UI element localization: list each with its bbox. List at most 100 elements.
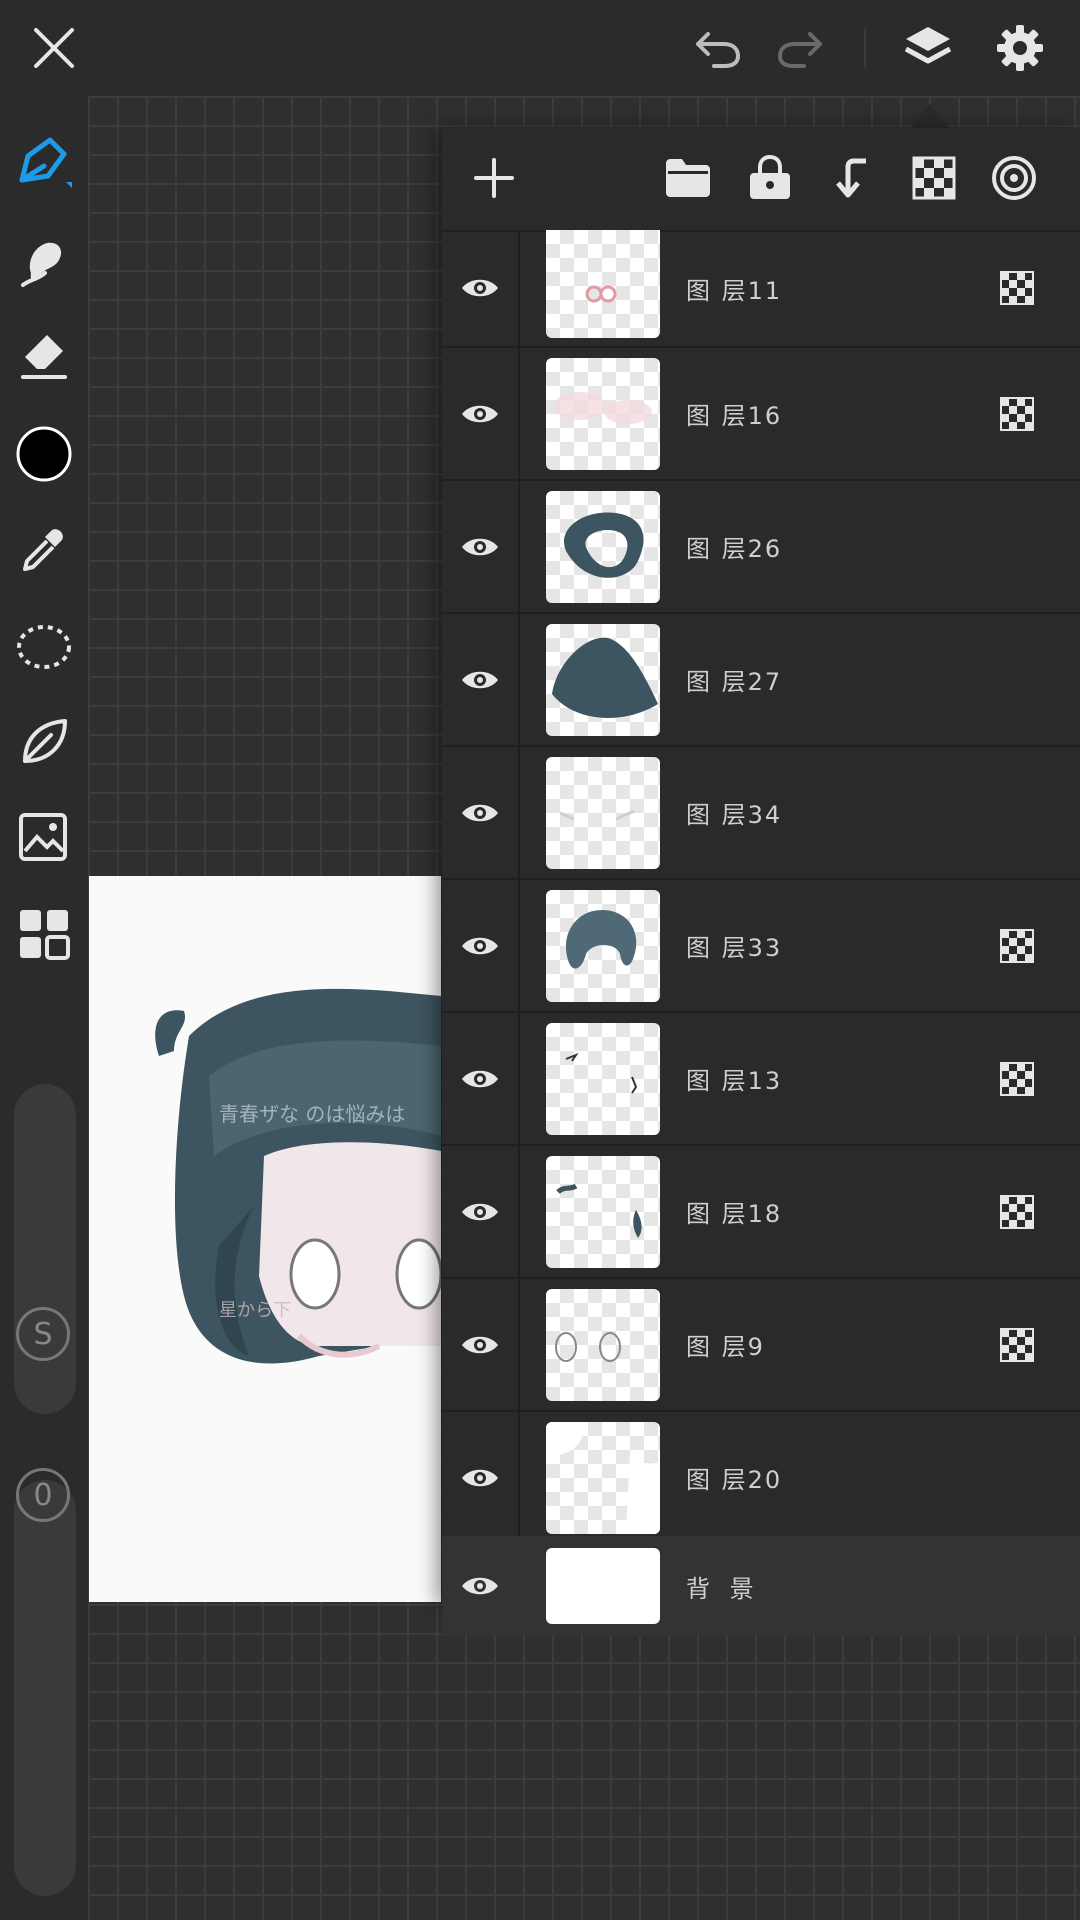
visibility-toggle[interactable] (442, 230, 520, 346)
divider (864, 28, 866, 68)
smudge-tool[interactable] (14, 230, 74, 290)
visibility-toggle[interactable] (442, 348, 520, 479)
vector-tool[interactable] (14, 712, 74, 772)
layer-row[interactable]: 图 层33 (442, 880, 1080, 1013)
layer-name: 图 层13 (686, 1067, 783, 1095)
layer-thumbnail (546, 230, 660, 338)
eyedropper-icon (23, 529, 63, 571)
layer-name: 图 层18 (686, 1200, 783, 1228)
visibility-toggle[interactable] (442, 614, 520, 745)
opacity-badge[interactable]: 0 (16, 1468, 70, 1522)
layer-name: 图 层16 (686, 402, 783, 430)
layers-button[interactable] (898, 18, 958, 78)
layer-name: 图 层9 (686, 1333, 765, 1361)
layer-name: 图 层33 (686, 934, 783, 962)
layer-row[interactable]: 图 层34 (442, 747, 1080, 880)
group-layer-button[interactable] (658, 148, 718, 208)
layer-thumbnail (546, 358, 660, 470)
clipping-mask-button[interactable] (984, 148, 1044, 208)
gear-icon (997, 25, 1043, 71)
layer-thumbnail (546, 1156, 660, 1268)
layers-panel-header (442, 128, 1080, 232)
merge-down-icon (836, 158, 866, 198)
visibility-toggle[interactable] (442, 1536, 518, 1636)
redo-icon (777, 32, 822, 68)
eye-icon (462, 1336, 498, 1353)
layer-thumbnail (546, 1023, 660, 1135)
visibility-toggle[interactable] (442, 1013, 520, 1144)
brush-size-slider[interactable] (14, 1084, 76, 1414)
leaf-icon (23, 719, 67, 763)
layer-row[interactable]: 图 层16 (442, 348, 1080, 481)
close-button[interactable] (24, 18, 84, 78)
gallery-tool[interactable] (14, 904, 74, 964)
lock-layer-button[interactable] (740, 148, 800, 208)
eraser-icon (21, 335, 67, 379)
undo-button[interactable] (688, 18, 748, 78)
opacity-slider[interactable] (14, 1480, 76, 1896)
color-picker-swatch[interactable] (14, 424, 74, 484)
visibility-toggle[interactable] (442, 1279, 520, 1410)
visibility-toggle[interactable] (442, 1146, 520, 1277)
layer-row[interactable]: 图 层18 (442, 1146, 1080, 1279)
layer-row[interactable]: 图 层13 (442, 1013, 1080, 1146)
image-icon (19, 813, 67, 861)
lasso-icon (17, 625, 71, 669)
checkerboard-icon (912, 156, 956, 200)
import-image-tool[interactable] (14, 808, 74, 868)
layers-panel: 图 层11 图 层16 图 层26 图 层27 图 层34 图 层33 图 层1… (442, 128, 1080, 1636)
layer-thumbnail (546, 890, 660, 1002)
lock-icon (750, 155, 790, 199)
eye-icon (462, 1469, 498, 1486)
layer-row[interactable]: 图 层26 (442, 481, 1080, 614)
merge-down-button[interactable] (822, 148, 882, 208)
layer-list[interactable]: 图 层11 图 层16 图 层26 图 层27 图 层34 图 层33 图 层1… (442, 230, 1080, 1536)
visibility-toggle[interactable] (442, 747, 520, 878)
visibility-toggle[interactable] (442, 481, 520, 612)
redo-button[interactable] (770, 18, 830, 78)
pen-icon (19, 137, 72, 188)
visibility-toggle[interactable] (442, 1412, 520, 1536)
layer-name: 图 层11 (686, 276, 783, 305)
layer-row[interactable]: 图 层9 (442, 1279, 1080, 1412)
eraser-tool[interactable] (14, 326, 74, 386)
layers-icon (904, 27, 952, 64)
watermark-line2: 星から下 (219, 1300, 291, 1321)
layer-name: 图 层20 (686, 1466, 783, 1494)
layer-row[interactable]: 图 层20 (442, 1412, 1080, 1536)
layer-thumbnail (546, 1289, 660, 1401)
artboard[interactable]: 青春ザな のは悩みは 星から下 (89, 876, 441, 1602)
current-color-icon (16, 426, 72, 482)
brush-tool[interactable] (14, 132, 74, 192)
layer-thumbnail (546, 1422, 660, 1534)
eye-icon (462, 1577, 498, 1595)
lasso-tool[interactable] (14, 616, 74, 676)
background-layer-row[interactable]: 背 景 (442, 1536, 1080, 1636)
add-layer-button[interactable] (464, 148, 524, 208)
eyedropper-tool[interactable] (14, 520, 74, 580)
eye-icon (462, 1203, 498, 1220)
folder-icon (666, 159, 710, 197)
layer-name: 图 层27 (686, 668, 783, 696)
smudge-icon (21, 242, 62, 287)
background-thumbnail (546, 1548, 660, 1624)
tool-sidebar: S 0 (0, 96, 88, 1920)
plus-icon (474, 158, 514, 198)
layer-row[interactable]: 图 层11 (442, 230, 1080, 348)
character-art: 青春ザな のは悩みは 星から下 (155, 988, 441, 1364)
undo-icon (696, 32, 741, 68)
panel-pointer (910, 104, 950, 128)
eye-icon (462, 937, 498, 954)
watermark-line1: 青春ザな のは悩みは (219, 1102, 405, 1126)
layer-row[interactable]: 图 层27 (442, 614, 1080, 747)
settings-button[interactable] (990, 18, 1050, 78)
layer-thumbnail (546, 624, 660, 736)
layer-name: 图 层26 (686, 535, 783, 563)
eye-icon (462, 804, 498, 821)
alpha-lock-button[interactable] (904, 148, 964, 208)
target-icon (992, 156, 1036, 200)
alpha-lock-icon (1000, 1194, 1034, 1229)
layer-thumbnail (546, 491, 660, 603)
brush-size-badge[interactable]: S (16, 1307, 70, 1361)
visibility-toggle[interactable] (442, 880, 520, 1011)
